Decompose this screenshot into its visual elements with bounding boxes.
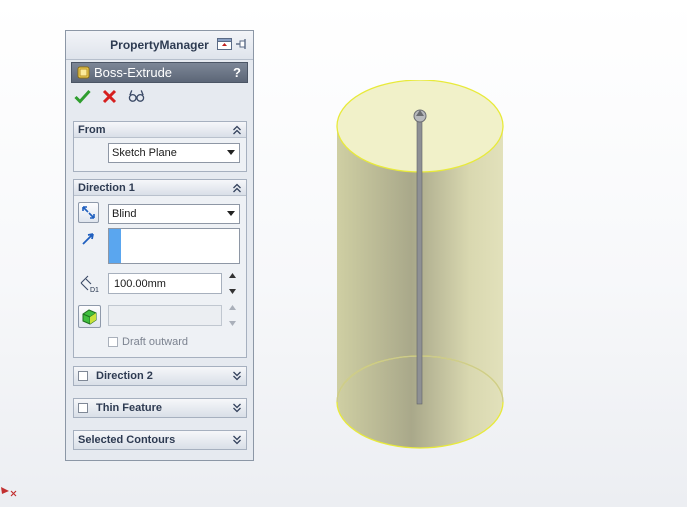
property-manager-header: PropertyManager [66, 31, 253, 60]
draft-outward-option[interactable]: Draft outward [108, 336, 188, 348]
feature-name: Boss-Extrude [94, 65, 173, 80]
reverse-direction-icon [82, 206, 95, 219]
spin-down-icon[interactable] [229, 321, 236, 326]
start-condition-value: Sketch Plane [112, 147, 177, 159]
selection-indicator [109, 229, 121, 263]
collapse-chevron-icon[interactable] [232, 125, 242, 135]
direction-reference-list[interactable] [108, 228, 240, 264]
direction2-group: Direction 2 [73, 366, 247, 386]
help-button[interactable]: ? [233, 65, 241, 80]
direction-vector-icon [78, 228, 99, 249]
expand-chevron-icon[interactable] [232, 435, 242, 445]
start-condition-select[interactable]: Sketch Plane [108, 143, 240, 163]
cancel-icon[interactable] [101, 88, 118, 105]
end-condition-value: Blind [112, 208, 137, 220]
end-condition-select[interactable]: Blind [108, 204, 240, 224]
draft-toggle-button[interactable] [78, 305, 101, 328]
dropdown-arrow-icon [227, 150, 235, 156]
thin-feature-group-header[interactable]: Thin Feature [74, 399, 246, 417]
selected-contours-group-title: Selected Contours [78, 434, 176, 446]
svg-text:D1: D1 [90, 287, 99, 293]
triad-icon [0, 482, 18, 498]
depth-dimension-icon: D1 [78, 272, 99, 293]
direction2-group-title: Direction 2 [96, 370, 153, 382]
action-buttons [74, 88, 145, 105]
direction1-group-header[interactable]: Direction 1 [74, 180, 246, 196]
spin-up-icon[interactable] [229, 273, 236, 278]
selected-contours-group-header[interactable]: Selected Contours [74, 431, 246, 449]
spin-up-icon[interactable] [229, 305, 236, 310]
direction1-group: Direction 1 Blind D1 100.00mm Draft outw… [73, 179, 247, 358]
extrude-direction-handle [416, 115, 423, 405]
depth-spinner[interactable] [227, 273, 238, 294]
feature-title-bar: Boss-Extrude ? [71, 62, 248, 83]
from-group: From Sketch Plane [73, 121, 247, 172]
boss-extrude-icon [77, 66, 90, 79]
draft-icon [82, 309, 97, 325]
thin-feature-group: Thin Feature [73, 398, 247, 418]
collapse-chevron-icon[interactable] [232, 183, 242, 193]
depth-value: 100.00mm [114, 277, 166, 290]
property-manager-title: PropertyManager [110, 38, 209, 52]
extrude-preview-model[interactable] [330, 79, 510, 463]
property-manager-panel: PropertyManager Boss-Extrude ? From Sket… [65, 30, 254, 461]
thin-feature-checkbox[interactable] [78, 403, 88, 413]
detailed-preview-icon[interactable] [128, 88, 145, 105]
from-group-header[interactable]: From [74, 122, 246, 138]
pushpin-icon[interactable] [234, 37, 249, 51]
from-group-title: From [78, 123, 106, 136]
draft-outward-label: Draft outward [122, 336, 189, 348]
thin-feature-group-title: Thin Feature [96, 402, 163, 414]
ok-icon[interactable] [74, 88, 91, 105]
direction1-group-title: Direction 1 [78, 181, 135, 194]
depth-input[interactable]: 100.00mm [108, 273, 222, 294]
spin-down-icon[interactable] [229, 289, 236, 294]
direction2-group-header[interactable]: Direction 2 [74, 367, 246, 385]
expand-chevron-icon[interactable] [232, 403, 242, 413]
draft-angle-input[interactable] [108, 305, 222, 326]
dropdown-arrow-icon [227, 211, 235, 217]
expand-chevron-icon[interactable] [232, 371, 242, 381]
direction2-checkbox[interactable] [78, 371, 88, 381]
split-panel-icon[interactable] [217, 37, 232, 51]
selected-contours-group: Selected Contours [73, 430, 247, 450]
draft-angle-spinner[interactable] [227, 305, 238, 326]
draft-outward-checkbox[interactable] [108, 337, 118, 347]
reverse-direction-button[interactable] [78, 202, 99, 223]
